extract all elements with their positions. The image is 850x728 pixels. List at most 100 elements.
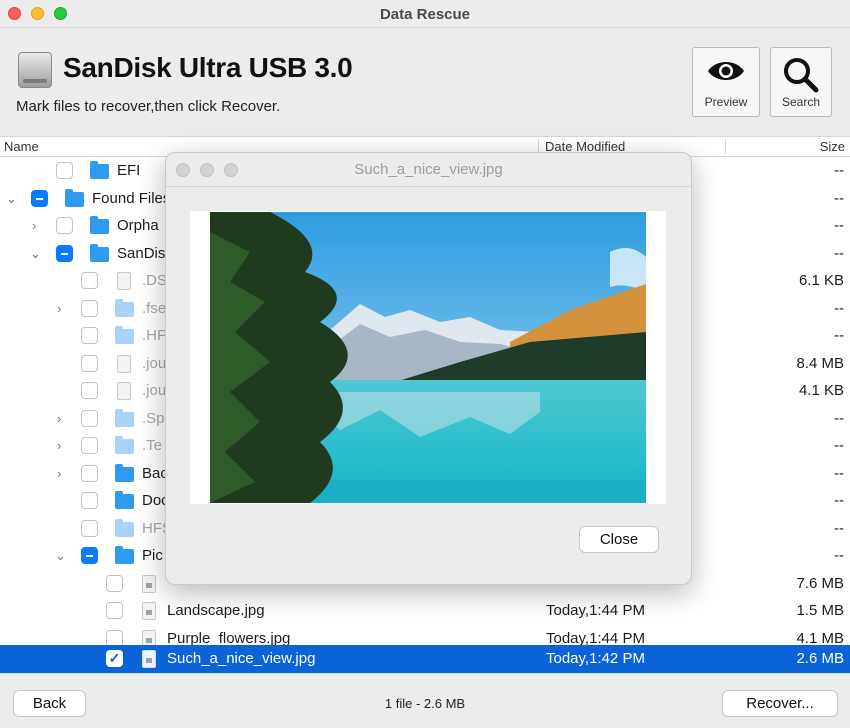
row-date: Today,1:42 PM xyxy=(546,650,645,667)
row-checkbox[interactable] xyxy=(81,272,98,289)
preview-button[interactable]: Preview xyxy=(692,47,760,117)
row-size: -- xyxy=(834,409,844,427)
row-date: Today,1:44 PM xyxy=(546,629,645,647)
folder-icon xyxy=(90,216,109,234)
chevron-right-icon[interactable]: › xyxy=(57,411,61,426)
row-name: Bac xyxy=(142,464,168,482)
window-titlebar: Data Rescue xyxy=(0,0,850,28)
preview-title: Such_a_nice_view.jpg xyxy=(354,161,503,178)
folder-icon xyxy=(115,463,134,482)
drive-title: SanDisk Ultra USB 3.0 xyxy=(63,52,353,83)
search-label: Search xyxy=(781,95,821,109)
row-size: 8.4 MB xyxy=(796,354,844,372)
row-size: -- xyxy=(834,437,844,454)
row-size: -- xyxy=(834,547,844,564)
row-size: -- xyxy=(834,492,844,509)
landscape-photo xyxy=(210,212,646,503)
row-checkbox[interactable] xyxy=(56,244,73,262)
row-size: 7.6 MB xyxy=(796,574,844,592)
row-name: .Sp xyxy=(142,409,165,427)
row-name: .DS xyxy=(142,272,168,289)
row-checkbox[interactable] xyxy=(81,464,98,482)
row-size: 2.6 MB xyxy=(796,650,844,667)
row-size: 1.5 MB xyxy=(796,602,844,619)
row-name: Purple_flowers.jpg xyxy=(167,629,291,647)
row-name: EFI xyxy=(117,162,141,179)
document-icon xyxy=(117,354,131,373)
document-icon xyxy=(117,382,131,400)
row-size: 4.1 KB xyxy=(798,382,844,399)
recover-button[interactable]: Recover... xyxy=(722,690,838,717)
chevron-down-icon[interactable]: ⌄ xyxy=(6,191,17,207)
folder-icon xyxy=(90,243,109,262)
eye-icon xyxy=(708,62,744,80)
row-name: .Te xyxy=(142,437,163,454)
footer: Back 1 file - 2.6 MB Recover... xyxy=(0,673,850,728)
row-size: -- xyxy=(834,244,844,262)
row-name: Landscape.jpg xyxy=(167,602,265,619)
chevron-down-icon[interactable]: ⌄ xyxy=(55,548,66,564)
folder-icon xyxy=(115,491,134,509)
tree-row-selected[interactable]: ✓ Such_a_nice_view.jpg Today,1:42 PM 2.6… xyxy=(0,645,850,673)
row-size: 6.1 KB xyxy=(798,272,844,289)
row-checkbox[interactable] xyxy=(81,547,98,564)
magnifier-icon xyxy=(784,58,819,93)
row-checkbox[interactable] xyxy=(81,299,98,317)
column-divider[interactable] xyxy=(725,139,726,154)
row-checkbox[interactable] xyxy=(31,189,48,207)
row-checkbox[interactable] xyxy=(81,327,98,344)
row-checkbox[interactable] xyxy=(106,602,123,619)
tree-row[interactable]: Landscape.jpg Today,1:44 PM 1.5 MB xyxy=(0,597,850,625)
row-name: Found Files xyxy=(92,189,171,207)
folder-icon xyxy=(115,518,134,537)
row-size: -- xyxy=(834,327,844,344)
instructions-text: Mark files to recover,then click Recover… xyxy=(16,98,281,115)
folder-icon xyxy=(115,546,134,564)
folder-icon xyxy=(65,188,84,207)
usb-drive-icon xyxy=(18,52,52,88)
image-file-icon xyxy=(142,650,156,668)
row-checkbox[interactable] xyxy=(81,437,98,454)
folder-icon xyxy=(90,161,109,179)
row-size: 4.1 MB xyxy=(796,629,844,647)
row-date: Today,1:44 PM xyxy=(546,602,645,619)
image-file-icon xyxy=(142,602,156,620)
row-size: -- xyxy=(834,519,844,537)
chevron-right-icon[interactable]: › xyxy=(57,466,61,481)
row-checkbox[interactable] xyxy=(106,629,123,647)
row-name: .jou xyxy=(142,354,167,372)
row-size: -- xyxy=(834,189,844,207)
row-checkbox[interactable] xyxy=(81,519,98,537)
row-name: .jou xyxy=(142,382,167,399)
chevron-right-icon[interactable]: › xyxy=(57,301,61,316)
column-name[interactable]: Name xyxy=(4,139,39,154)
row-checkbox[interactable] xyxy=(81,492,98,509)
folder-icon xyxy=(115,408,134,427)
preview-titlebar[interactable]: Such_a_nice_view.jpg xyxy=(166,153,691,187)
row-size: -- xyxy=(834,464,844,482)
preview-label: Preview xyxy=(704,95,748,109)
row-checkbox[interactable] xyxy=(81,354,98,372)
image-file-icon xyxy=(142,574,156,593)
chevron-right-icon[interactable]: › xyxy=(57,438,61,453)
search-button[interactable]: Search xyxy=(770,47,832,117)
chevron-right-icon[interactable]: › xyxy=(32,218,36,233)
row-name: Orpha xyxy=(117,217,159,234)
row-checkbox[interactable] xyxy=(81,409,98,427)
row-checkbox[interactable] xyxy=(56,217,73,234)
row-checkbox[interactable]: ✓ xyxy=(106,650,123,667)
row-checkbox[interactable] xyxy=(56,162,73,179)
row-size: -- xyxy=(834,162,844,179)
preview-image-frame xyxy=(190,211,666,504)
chevron-down-icon[interactable]: ⌄ xyxy=(30,246,41,262)
folder-icon xyxy=(115,298,134,317)
folder-icon xyxy=(115,436,134,454)
header: SanDisk Ultra USB 3.0 Mark files to reco… xyxy=(0,28,850,136)
column-size[interactable]: Size xyxy=(820,139,845,154)
preview-close-button[interactable]: Close xyxy=(579,526,659,553)
row-checkbox[interactable] xyxy=(106,574,123,592)
document-icon xyxy=(117,272,131,290)
row-size: -- xyxy=(834,217,844,234)
row-checkbox[interactable] xyxy=(81,382,98,399)
row-name: Pic xyxy=(142,547,163,564)
